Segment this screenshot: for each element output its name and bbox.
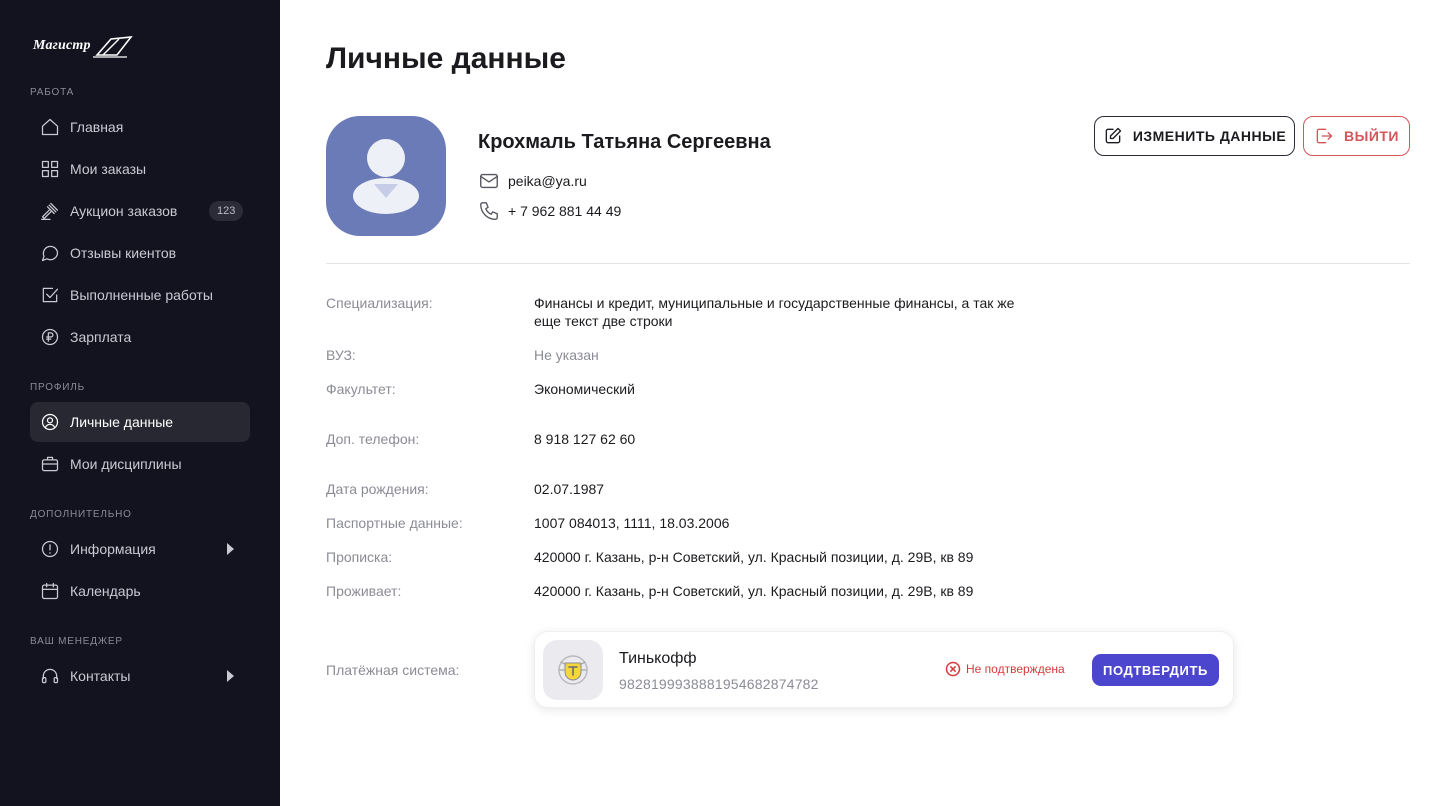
sidebar: Магистр РАБОТА Главная Мои заказы Аукцио… [0,0,280,806]
logo[interactable]: Магистр [33,33,133,59]
close-circle-icon [945,661,961,677]
ruble-icon [40,327,60,347]
user-email: peika@ya.ru [478,170,587,192]
sidebar-item-personal[interactable]: Личные данные [30,402,250,442]
logo-text: Магистр [33,38,91,53]
confirm-button[interactable]: ПОДТВЕРДИТЬ [1092,654,1219,686]
payment-status-text: Не подтверждена [966,662,1065,676]
briefcase-icon [40,454,60,474]
sidebar-item-label: Выполненные работы [70,287,213,303]
sidebar-item-disciplines[interactable]: Мои дисциплины [30,444,250,484]
chat-bubble-icon [40,243,60,263]
section-title-extra: ДОПОЛНИТЕЛЬНО [30,509,132,520]
sidebar-item-label: Контакты [70,668,131,684]
faculty-value: Экономический [534,381,635,397]
specialization-label: Специализация: [326,295,433,311]
checkbox-icon [40,285,60,305]
passport-value: 1007 084013, 1111, 18.03.2006 [534,515,730,531]
alert-circle-icon [40,539,60,559]
payment-status: Не подтверждена [945,661,1065,677]
bank-logo [543,640,603,700]
edit-icon [1105,127,1121,144]
registration-label: Прописка: [326,549,393,565]
sidebar-item-salary[interactable]: Зарплата [30,317,250,357]
section-title-manager: ВАШ МЕНЕДЖЕР [30,636,123,647]
expand-arrow-icon[interactable] [227,543,234,555]
sidebar-item-contacts[interactable]: Контакты [30,656,250,696]
sidebar-item-label: Мои заказы [70,161,147,177]
expand-arrow-icon[interactable] [227,670,234,682]
sidebar-item-label: Отзывы киентов [70,245,177,261]
sidebar-item-label: Мои дисциплины [70,456,182,472]
university-value: Не указан [534,347,599,363]
section-title-work: РАБОТА [30,87,75,98]
university-label: ВУЗ: [326,347,356,363]
logout-icon [1316,128,1333,144]
sidebar-item-label: Информация [70,541,156,557]
sidebar-item-label: Зарплата [70,329,132,345]
sidebar-item-orders[interactable]: Мои заказы [30,149,250,189]
edit-profile-label: ИЗМЕНИТЬ ДАННЫЕ [1132,128,1287,144]
payment-card: Тинькофф 9828199938881954682874782 Не по… [534,631,1234,708]
section-title-profile: ПРОФИЛЬ [30,382,85,393]
bank-account-number: 9828199938881954682874782 [619,676,819,692]
user-avatar-icon [353,139,419,214]
gavel-icon [40,201,60,221]
sidebar-item-reviews[interactable]: Отзывы киентов [30,233,250,273]
headset-icon [40,666,60,686]
bank-name: Тинькофф [619,650,697,667]
registration-value: 420000 г. Казань, р-н Советский, ул. Кра… [534,549,974,565]
page-title: Личные данные [326,42,566,75]
extra-phone-label: Доп. телефон: [326,431,420,447]
edit-profile-button[interactable]: ИЗМЕНИТЬ ДАННЫЕ [1094,116,1295,156]
avatar [326,116,446,236]
sidebar-item-label: Календарь [70,583,141,599]
tinkoff-logo-icon [558,655,588,685]
sidebar-item-calendar[interactable]: Календарь [30,571,250,611]
payment-system-label: Платёжная система: [326,662,460,678]
sidebar-item-completed[interactable]: Выполненные работы [30,275,250,315]
phone-icon [480,202,498,220]
user-phone: + 7 962 881 44 49 [478,200,621,222]
logo-mark-icon [92,36,133,58]
birth-date-label: Дата рождения: [326,481,429,497]
specialization-value: Финансы и кредит, муниципальные и госуда… [534,295,1015,329]
birth-date-value: 02.07.1987 [534,481,605,497]
calendar-icon [40,581,60,601]
sidebar-item-label: Главная [70,119,124,135]
email-value: peika@ya.ru [508,173,587,189]
sidebar-item-home[interactable]: Главная [30,107,250,147]
residence-label: Проживает: [326,583,402,599]
home-icon [40,117,60,137]
sidebar-item-label: Личные данные [70,414,174,430]
mail-icon [480,173,498,189]
user-circle-icon [40,412,60,432]
user-full-name: Крохмаль Татьяна Сергеевна [478,131,771,153]
logout-button[interactable]: ВЫЙТИ [1303,116,1410,156]
grid-icon [40,159,60,179]
residence-value: 420000 г. Казань, р-н Советский, ул. Кра… [534,583,974,599]
divider [326,263,1410,264]
phone-value: + 7 962 881 44 49 [508,203,622,219]
auction-count-badge: 123 [209,201,244,221]
passport-label: Паспортные данные: [326,515,463,531]
sidebar-item-label: Аукцион заказов [70,203,178,219]
logout-label: ВЫЙТИ [1344,128,1399,144]
sidebar-item-auction[interactable]: Аукцион заказов 123 [30,191,250,231]
faculty-label: Факультет: [326,381,396,397]
sidebar-item-info[interactable]: Информация [30,529,250,569]
extra-phone-value: 8 918 127 62 60 [534,431,636,447]
